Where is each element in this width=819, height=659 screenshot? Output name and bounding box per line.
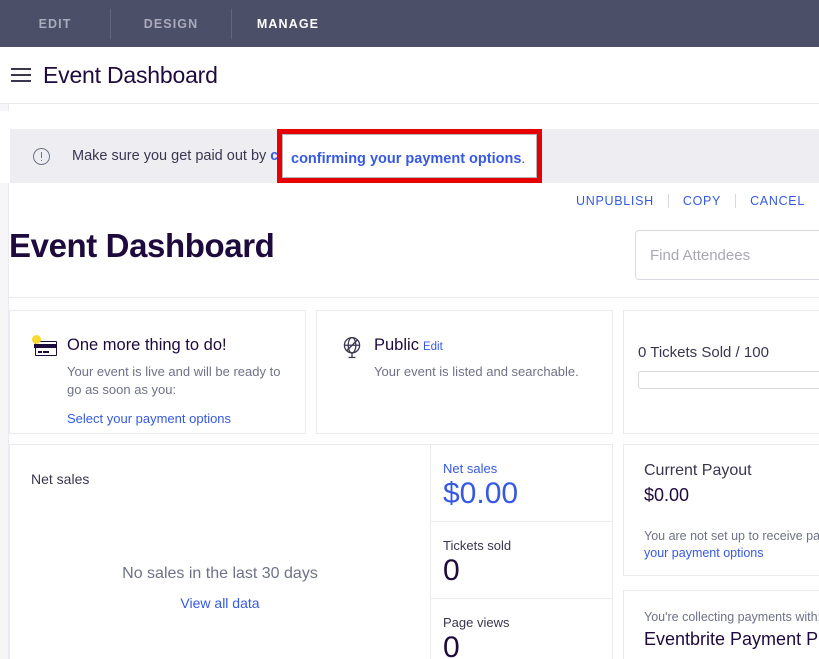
net-sales-chart-label: Net sales	[31, 471, 90, 487]
stat-value: 0	[443, 631, 460, 659]
visibility-edit-link[interactable]: Edit	[423, 341, 443, 353]
banner-period: .	[500, 148, 505, 164]
nav-tab-edit-label: EDIT	[38, 16, 72, 31]
payout-note: You are not set up to receive payouts. yo…	[644, 528, 819, 562]
stat-label[interactable]: Net sales	[443, 461, 497, 476]
payment-processor-card: You're collecting payments with: Eventbr…	[623, 590, 819, 659]
payout-value: $0.00	[644, 485, 690, 505]
banner-payment-options-link[interactable]: confirming your payment options	[270, 148, 500, 164]
todo-card-body: Your event is live and will be ready to …	[67, 364, 281, 397]
hamburger-icon[interactable]	[11, 67, 31, 83]
net-sales-chart-card: Net sales No sales in the last 30 days V…	[9, 444, 431, 659]
info-circle-icon	[33, 147, 50, 165]
nav-tab-manage-label: MANAGE	[256, 16, 320, 31]
processor-name: Eventbrite Payment Processing	[644, 629, 819, 649]
current-payout-card: Current Payout $0.00 You are not set up …	[623, 444, 819, 576]
top-navigation-bar: EDIT DESIGN MANAGE	[0, 0, 819, 47]
processor-label: You're collecting payments with:	[644, 610, 819, 624]
stat-card-tickets-sold: Tickets sold 0	[430, 521, 613, 599]
banner-message: Make sure you get paid out by	[72, 148, 271, 164]
stat-value: $0.00	[443, 477, 519, 510]
payout-note-text: You are not set up to receive payouts.	[644, 529, 819, 543]
event-action-links: UNPUBLISH COPY CANCEL	[562, 190, 819, 212]
credit-card-icon	[32, 335, 58, 361]
one-more-thing-card: One more thing to do! Your event is live…	[9, 310, 306, 434]
globe-icon	[339, 335, 365, 361]
tickets-sold-label: 0 Tickets Sold / 100	[638, 344, 769, 361]
banner-container: Make sure you get paid out by confirming…	[0, 111, 819, 183]
search-input[interactable]	[636, 246, 819, 264]
todo-card-title: One more thing to do!	[67, 336, 227, 354]
cancel-button[interactable]: CANCEL	[736, 194, 819, 208]
page-title: Event Dashboard	[9, 227, 275, 264]
select-payment-options-link[interactable]: Select your payment options	[67, 411, 231, 426]
visibility-card-title: Public Edit	[374, 336, 443, 355]
tickets-sold-progress-bar	[638, 371, 819, 389]
nav-tab-design-label: DESIGN	[143, 16, 199, 31]
find-attendees-search[interactable]	[635, 230, 819, 280]
page-header-bar: Event Dashboard	[0, 47, 819, 104]
payout-title: Current Payout	[644, 462, 752, 479]
net-sales-empty-message: No sales in the last 30 days	[122, 565, 318, 582]
unpublish-button[interactable]: UNPUBLISH	[562, 194, 668, 208]
event-dashboard-page: EDIT DESIGN MANAGE Event Dashboard Make …	[0, 0, 819, 659]
visibility-status: Public	[374, 336, 419, 354]
stat-label: Tickets sold	[443, 538, 512, 553]
stat-value: 0	[443, 554, 460, 587]
left-gutter-strip	[0, 104, 9, 659]
visibility-card-body: Your event is listed and searchable.	[374, 364, 579, 379]
stat-card-page-views: Page views 0	[430, 598, 613, 659]
stat-label: Page views	[443, 615, 510, 630]
view-all-data-link[interactable]: View all data	[10, 595, 430, 611]
visibility-card: Public Edit Your event is listed and sear…	[316, 310, 613, 434]
nav-tab-design[interactable]: DESIGN	[111, 0, 231, 47]
payout-options-link[interactable]: your payment options	[644, 546, 764, 560]
tickets-sold-card: 0 Tickets Sold / 100	[623, 310, 819, 434]
stat-card-net-sales: Net sales $0.00	[430, 444, 613, 522]
alert-dot-badge	[32, 335, 41, 344]
banner-text: Make sure you get paid out by confirming…	[72, 148, 505, 164]
copy-button[interactable]: COPY	[669, 194, 735, 208]
nav-tab-edit[interactable]: EDIT	[0, 0, 110, 47]
nav-tab-manage[interactable]: MANAGE	[232, 0, 344, 47]
header-title: Event Dashboard	[43, 61, 218, 88]
payment-options-banner: Make sure you get paid out by confirming…	[10, 129, 819, 183]
title-divider	[9, 297, 819, 298]
